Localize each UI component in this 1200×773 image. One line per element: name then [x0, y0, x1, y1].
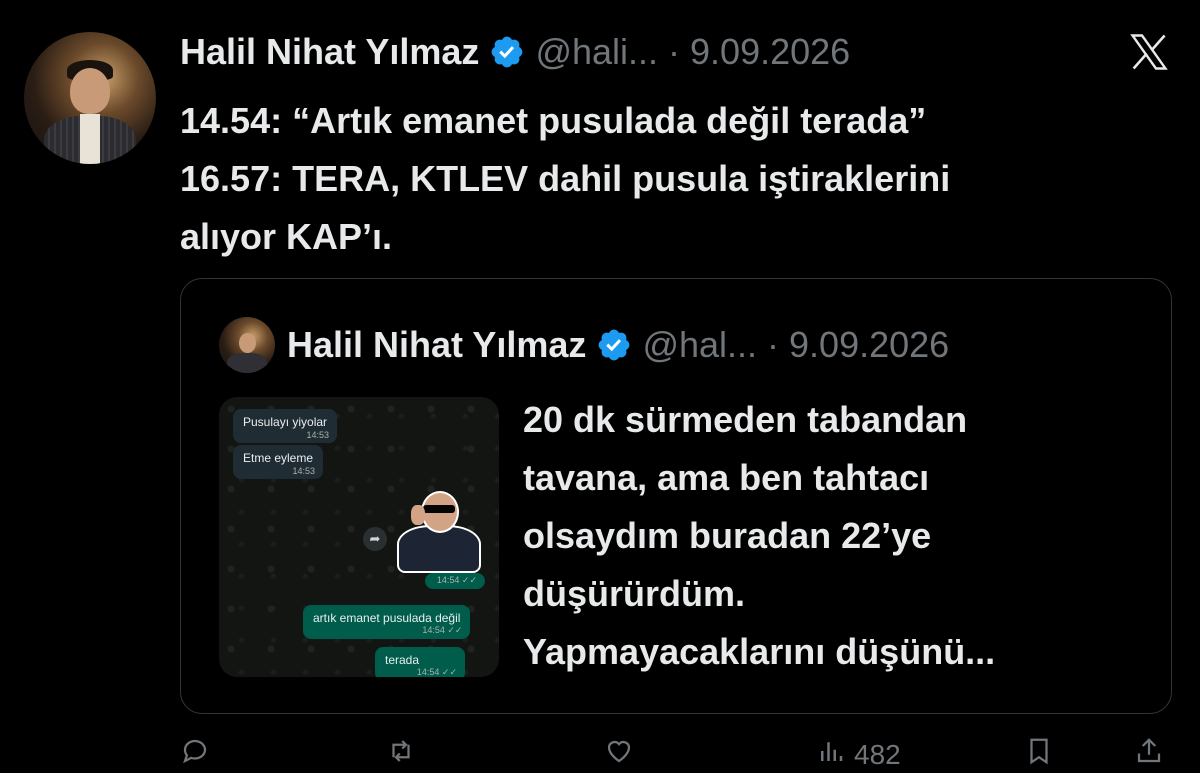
chat-bubble-outgoing: terada 14:54 ✓✓: [375, 647, 465, 677]
share-button[interactable]: [1134, 736, 1164, 773]
chat-message-time: 14:54 ✓✓: [416, 667, 457, 677]
verified-badge-icon: [489, 34, 525, 70]
avatar-suit: [227, 353, 267, 373]
bookmark-icon: [1024, 736, 1054, 773]
quoted-tweet-text: 20 dk sürmeden tabandan tavana, ama ben …: [523, 391, 1123, 681]
chat-message-time: 14:54 ✓✓: [422, 625, 463, 635]
views-icon: [816, 736, 846, 773]
quoted-tweet-line: düşürürdüm.: [523, 573, 745, 614]
chat-bubble-incoming: Etme eyleme 14:53: [233, 445, 324, 479]
like-button[interactable]: [604, 736, 634, 773]
chat-message-text: Etme eyleme: [243, 451, 314, 465]
quoted-tweet-line: 20 dk sürmeden tabandan: [523, 399, 968, 440]
reply-button[interactable]: [180, 736, 210, 773]
sticker-sunglasses: [423, 505, 455, 513]
chat-bubble-outgoing: artık emanet pusulada değil 14:54 ✓✓: [303, 605, 471, 639]
separator-dot: ·: [767, 324, 780, 365]
tweet-line: alıyor KAP’ı.: [180, 216, 393, 257]
chat-message-time: 14:54 ✓✓: [436, 575, 477, 585]
quoted-tweet-line: olsaydım buradan 22’ye: [523, 515, 932, 556]
quoted-author-name[interactable]: Halil Nihat Yılmaz: [287, 324, 586, 366]
verified-badge-icon: [596, 327, 632, 363]
quoted-tweet-line: Yapmayacaklarını düşünü...: [523, 631, 996, 672]
retweet-button[interactable]: [386, 736, 416, 773]
reply-icon: [180, 736, 210, 773]
tweet-header: Halil Nihat Yılmaz @hali... · 9.09.2026: [180, 30, 850, 74]
chat-message-text: artık emanet pusulada değil: [313, 611, 461, 625]
chat-message-time: 14:53: [292, 466, 316, 476]
quoted-author-handle[interactable]: @hal...: [642, 324, 757, 366]
author-name[interactable]: Halil Nihat Yılmaz: [180, 31, 479, 73]
tweet-line: 16.57: TERA, KTLEV dahil pusula iştirakl…: [180, 158, 951, 199]
quoted-tweet-header: Halil Nihat Yılmaz @hal... · 9.09.2026: [287, 323, 949, 367]
views-button[interactable]: 482: [816, 736, 901, 773]
sticker-image: [393, 489, 481, 573]
x-logo-icon[interactable]: [1126, 30, 1172, 74]
chat-message-text: Pusulayı yiyolar: [243, 415, 328, 429]
like-icon: [604, 736, 634, 773]
chat-message-text: terada: [385, 653, 420, 667]
avatar-face: [239, 333, 256, 353]
tweet-text: 14.54: “Artık emanet pusulada değil tera…: [180, 92, 1160, 266]
retweet-icon: [386, 736, 416, 773]
chat-message-time: 14:53: [306, 430, 330, 440]
forward-icon: ➦: [363, 527, 387, 551]
chat-bubble-incoming: Pusulayı yiyolar 14:53: [233, 409, 338, 443]
chat-screenshot-image[interactable]: Pusulayı yiyolar 14:53 Etme eyleme 14:53…: [219, 397, 499, 677]
tweet-action-bar: 482: [180, 736, 1170, 770]
bookmark-button[interactable]: [1024, 736, 1054, 773]
quoted-tweet-line: tavana, ama ben tahtacı: [523, 457, 930, 498]
avatar-face: [70, 68, 110, 114]
quoted-author-avatar[interactable]: [219, 317, 275, 373]
tweet-line: 14.54: “Artık emanet pusulada değil tera…: [180, 100, 927, 141]
author-avatar[interactable]: [24, 32, 156, 164]
chat-bubble-outgoing: 14:54 ✓✓: [425, 573, 485, 589]
quoted-tweet-date[interactable]: 9.09.2026: [789, 324, 949, 366]
share-icon: [1134, 736, 1164, 773]
author-handle[interactable]: @hali...: [535, 31, 658, 73]
tweet-date[interactable]: 9.09.2026: [690, 31, 850, 73]
avatar-shirt: [80, 114, 100, 164]
sticker-hand: [411, 505, 425, 525]
quoted-tweet-card[interactable]: Halil Nihat Yılmaz @hal... · 9.09.2026 P…: [180, 278, 1172, 714]
separator-dot: ·: [668, 31, 681, 72]
views-count: 482: [854, 738, 901, 770]
